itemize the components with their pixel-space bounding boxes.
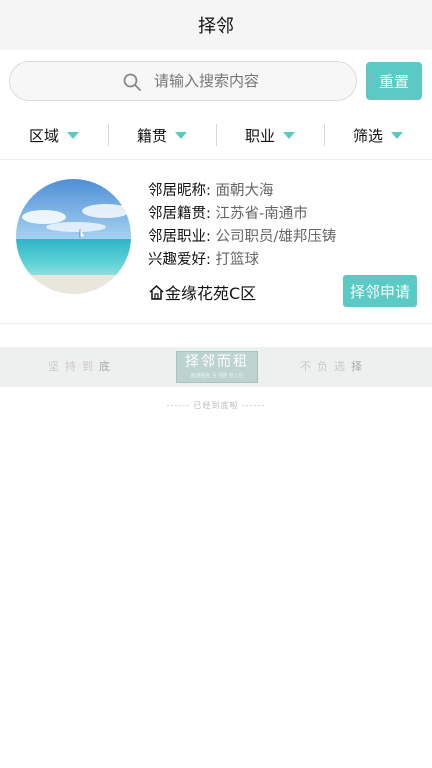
banner-slogan-left: 坚持到底 [48, 360, 116, 373]
hometown-value: 江苏省-南通市 [215, 206, 308, 222]
search-input[interactable] [154, 62, 344, 100]
caret-down-icon [67, 132, 79, 139]
filter-label: 筛选 [352, 127, 383, 145]
filter-bar: 区域 籍贯 职业 筛选 [0, 112, 432, 160]
filter-label: 区域 [28, 127, 59, 145]
neighbor-card[interactable]: 邻居昵称: 面朝大海 邻居籍贯: 江苏省-南通市 邻居职业: 公司职员/雄邦压铸… [0, 160, 432, 324]
filter-label: 职业 [244, 127, 275, 145]
search-row: 重置 [0, 50, 432, 112]
reset-button[interactable]: 重置 [366, 62, 422, 100]
banner-slogan-right: 不负选择 [300, 360, 368, 373]
filter-hometown[interactable]: 籍贯 [108, 112, 216, 159]
job-value: 公司职员/雄邦压铸 [215, 229, 337, 245]
home-icon [149, 284, 164, 300]
address: 金缘花苑C区 [148, 280, 256, 304]
hobby-value: 打篮球 [215, 252, 260, 268]
address-text: 金缘花苑C区 [165, 284, 257, 303]
hobby-row: 兴趣爱好: 打篮球 [148, 249, 336, 272]
hometown-label: 邻居籍贯: [148, 206, 211, 222]
filter-more[interactable]: 筛选 [324, 112, 432, 159]
caret-down-icon [283, 132, 295, 139]
hobby-label: 兴趣爱好: [148, 252, 211, 268]
neighbor-info: 邻居昵称: 面朝大海 邻居籍贯: 江苏省-南通市 邻居职业: 公司职员/雄邦压铸… [148, 180, 336, 272]
filter-label: 籍贯 [136, 127, 167, 145]
footer-banner: 坚持到底 择邻而租 南通租房 互邻圈 安心住 不负选择 [0, 347, 432, 387]
avatar [16, 179, 131, 294]
logo-title: 择邻而租 [185, 354, 249, 370]
search-icon [123, 73, 141, 91]
logo-subtitle: 南通租房 互邻圈 安心住 [190, 373, 244, 379]
brand-logo: 择邻而租 南通租房 互邻圈 安心住 [176, 351, 258, 383]
caret-down-icon [391, 132, 403, 139]
search-box[interactable] [9, 61, 357, 101]
nickname-value: 面朝大海 [215, 183, 274, 199]
caret-down-icon [175, 132, 187, 139]
end-of-list-text: ------ 已经到底啦 ------ [166, 401, 266, 410]
hometown-row: 邻居籍贯: 江苏省-南通市 [148, 203, 336, 226]
filter-occupation[interactable]: 职业 [216, 112, 324, 159]
nickname-row: 邻居昵称: 面朝大海 [148, 180, 336, 203]
page-title-bar: 择邻 [0, 0, 432, 50]
nickname-label: 邻居昵称: [148, 183, 211, 199]
filter-region[interactable]: 区域 [0, 112, 108, 159]
job-label: 邻居职业: [148, 229, 211, 245]
page-title: 择邻 [198, 16, 234, 37]
apply-button[interactable]: 择邻申请 [343, 275, 417, 307]
job-row: 邻居职业: 公司职员/雄邦压铸 [148, 226, 336, 249]
